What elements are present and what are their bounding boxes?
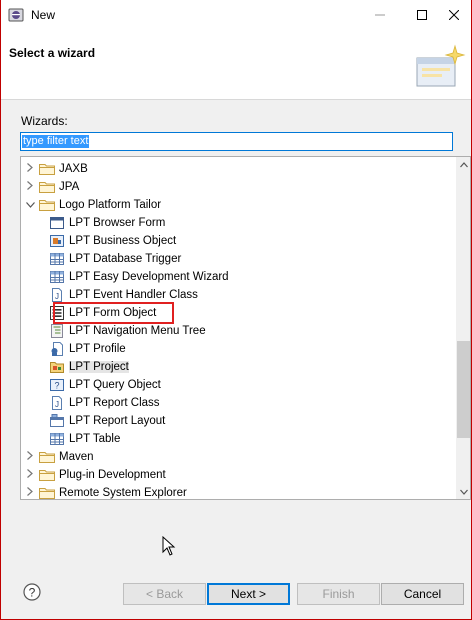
maximize-button[interactable]	[405, 0, 439, 30]
chevron-right-icon[interactable]	[23, 163, 37, 175]
tree-item[interactable]: Maven	[23, 448, 94, 466]
new-wizard-banner-icon	[416, 44, 466, 87]
tree-item[interactable]: LPT Database Trigger	[50, 250, 181, 268]
chevron-down-icon[interactable]	[23, 199, 37, 211]
tree-item[interactable]: ? LPT Query Object	[50, 376, 161, 394]
tree-item-label: LPT Easy Development Wizard	[69, 271, 229, 283]
tree-item[interactable]: LPT Navigation Menu Tree	[50, 322, 206, 340]
folder-icon	[39, 163, 55, 175]
tree-item-label: LPT Event Handler Class	[69, 289, 198, 301]
maximize-icon	[417, 10, 427, 20]
chevron-up-icon	[459, 161, 468, 167]
finish-button[interactable]: Finish	[297, 583, 380, 605]
table-icon	[50, 270, 64, 284]
folder-icon	[39, 181, 55, 193]
tree-item-label: LPT Business Object	[69, 235, 177, 247]
chevron-right-icon[interactable]	[23, 181, 37, 193]
folder-icon	[39, 199, 55, 211]
tree-item[interactable]: J LPT Report Class	[50, 394, 160, 412]
minimize-button[interactable]	[363, 0, 397, 30]
wizard-header: Select a wizard	[1, 30, 471, 100]
profile-icon	[50, 342, 64, 356]
folder-icon	[39, 451, 55, 463]
chevron-right-icon[interactable]	[23, 469, 37, 481]
tree-item[interactable]: Logo Platform Tailor	[23, 196, 161, 214]
class-file-icon: J	[50, 288, 64, 302]
tree-scrollbar[interactable]	[456, 157, 470, 499]
svg-text:?: ?	[29, 586, 36, 600]
chevron-right-icon[interactable]	[23, 487, 37, 499]
close-icon	[449, 10, 459, 20]
tree-item-label: JPA	[59, 181, 80, 193]
tree-item[interactable]: LPT Project	[50, 358, 129, 376]
tree-item-label: Plug-in Development	[59, 469, 166, 481]
svg-text:?: ?	[54, 381, 59, 391]
tree-item-label: Maven	[59, 451, 94, 463]
tree-item-label: LPT Project	[69, 361, 129, 373]
next-button[interactable]: Next >	[207, 583, 290, 605]
title-bar[interactable]: New	[1, 0, 471, 30]
scroll-thumb[interactable]	[457, 341, 470, 438]
wizards-label: Wizards:	[21, 114, 68, 128]
tree-item-label: LPT Database Trigger	[69, 253, 182, 265]
tree-item[interactable]: LPT Report Layout	[50, 412, 165, 430]
project-icon	[50, 360, 64, 374]
folder-icon	[39, 487, 55, 499]
tree-item[interactable]: LPT Table	[50, 430, 120, 448]
minimize-icon	[375, 14, 385, 16]
highlight-annotation-box	[53, 302, 174, 324]
tree-item-label: LPT Table	[69, 433, 121, 445]
tree-item-label: LPT Navigation Menu Tree	[69, 325, 206, 337]
page-title: Select a wizard	[9, 46, 96, 60]
window-title: New	[31, 8, 56, 22]
tree-item-label: LPT Profile	[69, 343, 126, 355]
tree-item[interactable]: JPA	[23, 178, 79, 196]
close-button[interactable]	[437, 0, 471, 30]
scroll-down-button[interactable]	[456, 484, 470, 499]
eclipse-app-icon	[8, 8, 24, 22]
tree-item[interactable]: Remote System Explorer	[23, 484, 187, 499]
scroll-up-button[interactable]	[456, 157, 470, 172]
chevron-right-icon[interactable]	[23, 451, 37, 463]
chevron-down-icon	[459, 489, 468, 495]
tree-item[interactable]: LPT Business Object	[50, 232, 176, 250]
table-icon	[50, 432, 64, 446]
wizard-tree[interactable]: Remote System Explorer Plug-in Developmen…	[20, 156, 471, 500]
help-icon[interactable]: ?	[23, 583, 41, 601]
tree-item-label: Logo Platform Tailor	[59, 199, 162, 211]
tree-item[interactable]: Plug-in Development	[23, 466, 166, 484]
folder-icon	[39, 469, 55, 481]
browser-form-icon	[50, 216, 64, 230]
tree-item[interactable]: LPT Easy Development Wizard	[50, 268, 229, 286]
svg-text:J: J	[55, 400, 59, 409]
tree-item-label: Remote System Explorer	[59, 487, 187, 499]
query-object-icon: ?	[50, 378, 64, 392]
tree-item-label: LPT Report Class	[69, 397, 160, 409]
tree-item-label: LPT Report Layout	[69, 415, 166, 427]
mouse-cursor-icon	[162, 536, 176, 556]
menu-tree-icon	[50, 324, 64, 338]
cancel-button[interactable]: Cancel	[381, 583, 464, 605]
tree-item-label: LPT Browser Form	[69, 217, 166, 229]
table-icon	[50, 252, 64, 266]
tree-item-label: JAXB	[59, 163, 88, 175]
tree-item[interactable]: JAXB	[23, 160, 88, 178]
class-file-icon: J	[50, 396, 64, 410]
business-object-icon	[50, 234, 64, 248]
tree-item-label: LPT Query Object	[69, 379, 161, 391]
tree-item[interactable]: LPT Profile	[50, 340, 126, 358]
new-wizard-dialog: New Select a wizard Wizards: type filter…	[0, 0, 472, 620]
svg-text:J: J	[55, 292, 59, 301]
filter-text-selected[interactable]: type filter text	[22, 135, 90, 148]
report-layout-icon	[50, 414, 64, 428]
back-button[interactable]: < Back	[123, 583, 206, 605]
tree-item[interactable]: LPT Browser Form	[50, 214, 165, 232]
